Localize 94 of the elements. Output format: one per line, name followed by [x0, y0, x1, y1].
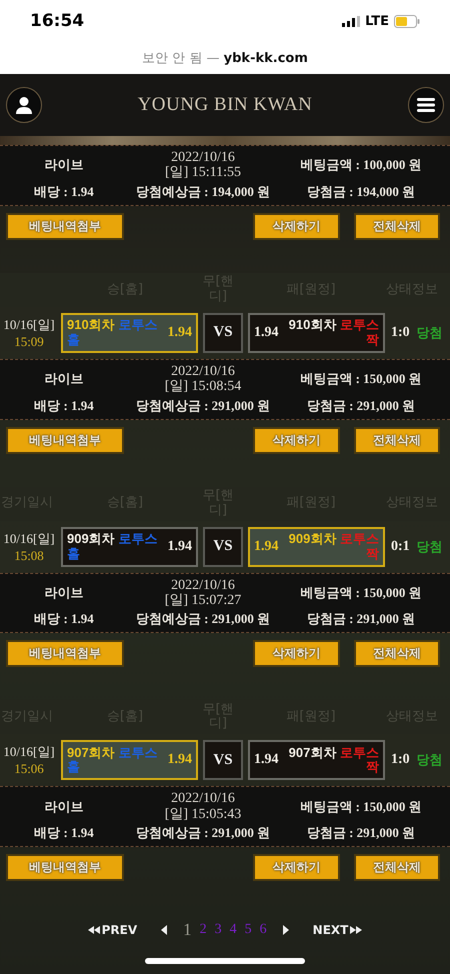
odds-value: 배당 : 1.94 [34, 182, 94, 201]
page-number[interactable]: 4 [230, 922, 237, 938]
user-icon [15, 96, 33, 114]
attach-history-button[interactable]: 베팅내역첨부 [6, 212, 124, 240]
delete-button[interactable]: 삭제하기 [253, 854, 340, 882]
away-pick-button[interactable]: 1.94 909회차 로투스 짝 [248, 526, 385, 567]
bet-type: 라이브 [44, 584, 84, 602]
result-status: 당첨 [416, 752, 443, 770]
menu-button[interactable] [408, 87, 444, 123]
double-left-icon [88, 926, 100, 934]
payout-amount: 당첨금 : 194,000 원 [306, 182, 416, 201]
pick-odds: 1.94 [254, 538, 278, 555]
versus-label: VS [203, 312, 243, 353]
pick-odds: 1.94 [168, 324, 192, 341]
pick-label: 909회차 로투스 짝 [288, 532, 379, 561]
delete-all-button[interactable]: 전체삭제 [354, 426, 440, 454]
away-pick-button[interactable]: 1.94 907회차 로투스 짝 [248, 740, 385, 780]
result-status: 당첨 [416, 538, 443, 556]
versus-label: VS [203, 740, 243, 780]
odds-value: 배당 : 1.94 [34, 824, 94, 842]
page-number[interactable]: 5 [244, 922, 252, 938]
pick-label: 910회차 로투스 홀 [67, 318, 158, 348]
account-button[interactable] [6, 87, 42, 123]
delete-button[interactable]: 삭제하기 [253, 212, 340, 240]
pick-label: 909회차 로투스 홀 [67, 532, 158, 561]
game-score: 1:0 [391, 752, 410, 768]
stake-amount: 베팅금액 : 100,000 원 [300, 156, 422, 174]
page-number[interactable]: 6 [260, 922, 267, 938]
pick-odds: 1.94 [168, 752, 192, 768]
page-number[interactable]: 2 [200, 922, 207, 938]
bet-type: 라이브 [44, 798, 84, 816]
pick-label: 907회차 로투스 짝 [288, 746, 379, 775]
site-logo[interactable]: YOUNG BIN KWAN [138, 94, 312, 116]
attach-history-button[interactable]: 베팅내역첨부 [6, 854, 124, 882]
bet-date: 2022/10/16 [171, 578, 235, 593]
game-time: 15:06 [14, 761, 44, 778]
expected-win: 당첨예상금 : 291,000 원 [136, 396, 270, 415]
away-pick-button[interactable]: 1.94 910회차 로투스 짝 [248, 312, 385, 353]
delete-all-button[interactable]: 전체삭제 [354, 212, 440, 240]
double-right-icon [350, 926, 362, 934]
pick-label: 910회차 로투스 짝 [288, 318, 379, 348]
result-status: 당첨 [416, 324, 443, 342]
stake-amount: 베팅금액 : 150,000 원 [300, 798, 422, 816]
home-pick-button[interactable]: 907회차 로투스 홀 1.94 [61, 740, 198, 780]
signal-icon [342, 16, 360, 26]
odds-value: 배당 : 1.94 [34, 396, 94, 415]
pick-odds: 1.94 [254, 752, 278, 768]
game-time: 15:08 [14, 548, 44, 564]
right-triangle-icon[interactable] [282, 925, 289, 936]
game-time: 15:09 [14, 334, 44, 350]
page-number[interactable]: 3 [214, 922, 222, 938]
bet-date: 2022/10/16 [171, 791, 235, 807]
stake-amount: 베팅금액 : 150,000 원 [300, 584, 422, 602]
payout-amount: 당첨금 : 291,000 원 [306, 396, 416, 415]
game-date: 10/16[일] [3, 743, 55, 762]
page-number[interactable]: 1 [183, 920, 192, 940]
pick-odds: 1.94 [254, 324, 278, 341]
left-triangle-icon[interactable] [161, 925, 168, 936]
payout-amount: 당첨금 : 291,000 원 [306, 610, 416, 628]
menu-icon [416, 98, 435, 112]
delete-button[interactable]: 삭제하기 [253, 426, 340, 454]
attach-history-button[interactable]: 베팅내역첨부 [6, 640, 124, 668]
clock: 16:54 [30, 11, 84, 31]
expected-win: 당첨예상금 : 291,000 원 [136, 824, 270, 842]
bet-time: [일] 15:05:43 [164, 806, 242, 822]
odds-value: 배당 : 1.94 [34, 610, 94, 628]
home-pick-button[interactable]: 909회차 로투스 홀 1.94 [61, 526, 198, 567]
expected-win: 당첨예상금 : 291,000 원 [136, 610, 270, 628]
expected-win: 당첨예상금 : 194,000 원 [136, 182, 270, 201]
bet-date: 2022/10/16 [171, 150, 235, 166]
delete-all-button[interactable]: 전체삭제 [354, 854, 440, 882]
versus-label: VS [203, 526, 243, 567]
game-score: 1:0 [391, 324, 410, 341]
delete-button[interactable]: 삭제하기 [253, 640, 340, 668]
payout-amount: 당첨금 : 291,000 원 [306, 824, 416, 842]
pick-odds: 1.94 [168, 538, 192, 555]
bet-time: [일] 15:08:54 [164, 379, 242, 395]
stake-amount: 베팅금액 : 150,000 원 [300, 370, 422, 388]
bet-time: [일] 15:11:55 [164, 165, 242, 181]
prev-link[interactable]: PREV [88, 923, 138, 938]
home-pick-button[interactable]: 910회차 로투스 홀 1.94 [61, 312, 198, 353]
bet-type: 라이브 [44, 156, 84, 174]
network-label: LTE [365, 14, 389, 28]
game-date: 10/16[일] [3, 530, 55, 548]
game-score: 0:1 [391, 538, 410, 555]
next-link[interactable]: NEXT [312, 923, 362, 938]
delete-all-button[interactable]: 전체삭제 [354, 640, 440, 668]
game-date: 10/16[일] [3, 316, 55, 334]
bet-time: [일] 15:07:27 [164, 592, 242, 608]
attach-history-button[interactable]: 베팅내역첨부 [6, 426, 124, 454]
bet-type: 라이브 [44, 370, 84, 388]
bet-date: 2022/10/16 [171, 364, 235, 380]
battery-icon [394, 14, 420, 28]
pick-label: 907회차 로투스 홀 [67, 746, 158, 775]
